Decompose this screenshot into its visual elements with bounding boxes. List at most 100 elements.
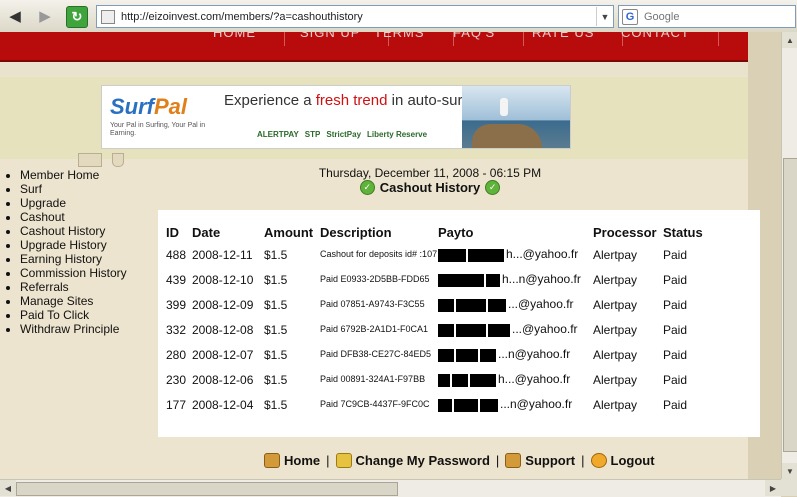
cell-date: 2008-12-09 bbox=[192, 297, 254, 312]
col-id: ID bbox=[166, 224, 179, 240]
sidebar-item-paid-to-click[interactable]: Paid To Click bbox=[20, 308, 127, 322]
nav-home[interactable]: HOME bbox=[185, 32, 285, 46]
redaction-mark bbox=[456, 323, 486, 337]
cell-amount: $1.5 bbox=[264, 397, 288, 412]
cell-id: 332 bbox=[166, 322, 187, 337]
back-arrow-icon[interactable]: ◀ bbox=[4, 5, 26, 27]
horizontal-scroll-thumb[interactable] bbox=[16, 482, 398, 496]
footer-support-link[interactable]: Support bbox=[525, 453, 575, 468]
col-description: Description bbox=[320, 224, 392, 240]
sidebar-item-upgrade[interactable]: Upgrade bbox=[20, 196, 127, 210]
scroll-up-arrow-icon[interactable]: ▲ bbox=[782, 32, 797, 48]
banner-headline: Experience a fresh trend in auto-surfing… bbox=[224, 92, 491, 109]
cell-amount: $1.5 bbox=[264, 247, 288, 262]
payto-suffix: ...@yahoo.fr bbox=[512, 322, 578, 337]
sidebar-item-referrals[interactable]: Referrals bbox=[20, 280, 127, 294]
address-dropdown-icon[interactable]: ▼ bbox=[596, 7, 613, 26]
forward-arrow-icon[interactable]: ▶ bbox=[34, 5, 56, 27]
vertical-scrollbar[interactable]: ▲ ▼ bbox=[781, 32, 797, 479]
cell-payto: ...n@yahoo.fr bbox=[438, 342, 593, 367]
payto-suffix: h...@yahoo.fr bbox=[498, 372, 571, 387]
sidebar-item-manage-sites[interactable]: Manage Sites bbox=[20, 294, 127, 308]
cell-date: 2008-12-11 bbox=[192, 247, 253, 262]
sidebar-item-cashout-history[interactable]: Cashout History bbox=[20, 224, 127, 238]
cell-date: 2008-12-06 bbox=[192, 372, 254, 387]
address-bar[interactable]: http://eizoinvest.com/members/?a=cashout… bbox=[96, 5, 614, 28]
cell-status: Paid bbox=[663, 372, 688, 387]
scroll-down-arrow-icon[interactable]: ▼ bbox=[782, 463, 797, 479]
table-row: 439 2008-12-10 $1.5 Paid E0933-2D5BB-FDD… bbox=[166, 267, 713, 292]
redaction-mark bbox=[480, 348, 496, 362]
cell-id: 230 bbox=[166, 372, 187, 387]
sidebar-item-upgrade-history[interactable]: Upgrade History bbox=[20, 238, 127, 252]
redaction-mark bbox=[438, 298, 454, 312]
check-icon: ✓ bbox=[485, 180, 501, 195]
surfpal-banner[interactable]: SurfPal Your Pal in Surfing, Your Pal in… bbox=[101, 85, 571, 149]
logo-pal-text: Pal bbox=[154, 94, 188, 119]
redaction-mark bbox=[438, 273, 484, 287]
redaction-mark bbox=[456, 298, 486, 312]
favicon-icon bbox=[101, 9, 115, 24]
sidebar-item-member-home[interactable]: Member Home bbox=[20, 168, 127, 182]
redaction-mark bbox=[488, 323, 510, 337]
search-box[interactable]: G bbox=[618, 5, 796, 28]
cell-description: Paid DFB38-CE27C-84ED5 bbox=[320, 349, 432, 359]
scrollbar-corner bbox=[781, 479, 797, 496]
table-row: 230 2008-12-06 $1.5 Paid 00891-324A1-F97… bbox=[166, 367, 713, 392]
cell-status: Paid bbox=[663, 297, 688, 312]
redaction-mark bbox=[456, 348, 478, 362]
col-payto: Payto bbox=[438, 224, 474, 240]
nav-contact[interactable]: CONTACT bbox=[593, 32, 719, 46]
scroll-right-arrow-icon[interactable]: ▶ bbox=[765, 480, 781, 496]
cell-status: Paid bbox=[663, 397, 688, 412]
current-datetime: Thursday, December 11, 2008 - 06:15 PM bbox=[318, 166, 542, 180]
cell-id: 399 bbox=[166, 297, 187, 312]
banner-photo bbox=[462, 86, 570, 148]
sidebar-item-cashout[interactable]: Cashout bbox=[20, 210, 127, 224]
payto-suffix: ...n@yahoo.fr bbox=[498, 347, 571, 362]
top-nav-bar: HOME SIGN UP TERMS FAQ'S RATE US CONTACT bbox=[0, 32, 748, 62]
alertpay-logo: ALERTPAY bbox=[257, 130, 299, 139]
table-header-row: ID Date Amount Description Payto Process… bbox=[166, 222, 713, 242]
cell-description: Cashout for deposits id# :107 bbox=[320, 249, 438, 259]
headline-highlight: fresh trend bbox=[315, 92, 388, 109]
reload-icon[interactable]: ↻ bbox=[66, 6, 88, 28]
redaction-mark bbox=[452, 373, 468, 387]
sidebar-item-commission-history[interactable]: Commission History bbox=[20, 266, 127, 280]
table-row: 399 2008-12-09 $1.5 Paid 07851-A9743-F3C… bbox=[166, 292, 713, 317]
cell-id: 280 bbox=[166, 347, 187, 362]
cell-payto: ...@yahoo.fr bbox=[438, 292, 593, 317]
google-icon[interactable]: G bbox=[622, 8, 638, 25]
col-status: Status bbox=[663, 224, 703, 240]
sidebar-item-withdraw-principle[interactable]: Withdraw Principle bbox=[20, 322, 127, 336]
footer-separator: | bbox=[581, 453, 585, 468]
cell-status: Paid bbox=[663, 322, 688, 337]
footer-change-password-link[interactable]: Change My Password bbox=[356, 453, 490, 468]
cell-id: 488 bbox=[166, 247, 187, 262]
footer-logout-link[interactable]: Logout bbox=[611, 453, 655, 468]
cell-processor: Alertpay bbox=[593, 247, 638, 262]
col-processor: Processor bbox=[593, 224, 657, 240]
footer-home-link[interactable]: Home bbox=[284, 453, 320, 468]
vertical-scroll-thumb[interactable] bbox=[783, 158, 797, 452]
footer-separator: | bbox=[495, 453, 500, 468]
sidebar-item-earning-history[interactable]: Earning History bbox=[20, 252, 127, 266]
cell-date: 2008-12-08 bbox=[192, 322, 254, 337]
cell-description: Paid 00891-324A1-F97BB bbox=[320, 374, 426, 384]
decorative-box bbox=[78, 153, 102, 167]
lock-icon bbox=[335, 453, 352, 468]
horizontal-scrollbar[interactable]: ◀ ▶ bbox=[0, 479, 781, 497]
payto-suffix: h...@yahoo.fr bbox=[506, 247, 579, 262]
table-row: 177 2008-12-04 $1.5 Paid 7C9CB-4437F-9FC… bbox=[166, 392, 713, 417]
sidebar-item-surf[interactable]: Surf bbox=[20, 182, 127, 196]
redaction-mark bbox=[468, 248, 504, 262]
payto-suffix: h...n@yahoo.fr bbox=[502, 272, 581, 287]
photo-person bbox=[500, 98, 508, 116]
cell-amount: $1.5 bbox=[264, 347, 288, 362]
scroll-left-arrow-icon[interactable]: ◀ bbox=[0, 480, 16, 496]
cell-processor: Alertpay bbox=[593, 347, 638, 362]
cell-id: 177 bbox=[166, 397, 187, 412]
address-url[interactable]: http://eizoinvest.com/members/?a=cashout… bbox=[121, 11, 596, 23]
redaction-mark bbox=[438, 323, 454, 337]
search-input[interactable] bbox=[642, 9, 786, 24]
